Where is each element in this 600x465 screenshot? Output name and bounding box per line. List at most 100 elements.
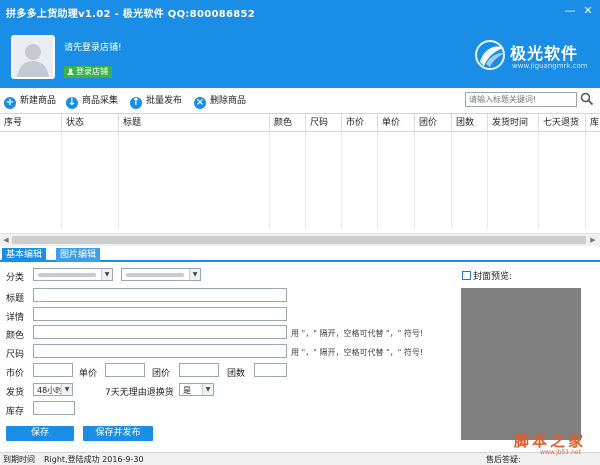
product-table: 序号 状态 标题 颜色 尺码 市价 单价 团价 团数 发货时间 七天退货 库 ◀… [0, 113, 600, 246]
group-price-label: 团价 [152, 369, 171, 379]
user-avatar-icon [13, 37, 53, 77]
category-label: 分类 [6, 273, 25, 283]
chevron-down-icon: ▼ [189, 269, 200, 280]
save-button[interactable]: 保存 [6, 426, 74, 441]
col-size[interactable]: 尺码 [306, 114, 342, 132]
search-input[interactable] [465, 92, 577, 107]
col-title[interactable]: 标题 [119, 114, 270, 132]
close-button[interactable]: ✕ [580, 3, 596, 19]
ship-label: 发货 [6, 388, 25, 398]
column-divider [452, 132, 488, 228]
delete-icon: × [194, 97, 206, 109]
group-count-input[interactable] [254, 363, 287, 377]
status-message: Right,登陆成功 2016-9-30 [44, 455, 144, 464]
edit-tabs: 基本编辑 图片编辑 [0, 248, 600, 262]
category-value [38, 273, 96, 277]
unit-price-label: 单价 [79, 369, 98, 379]
col-ship-time[interactable]: 发货时间 [488, 114, 539, 132]
detail-label: 详情 [6, 313, 25, 323]
col-stock[interactable]: 库 [586, 114, 600, 132]
col-market-price[interactable]: 市价 [342, 114, 378, 132]
col-status[interactable]: 状态 [62, 114, 119, 132]
col-unit-price[interactable]: 单价 [378, 114, 415, 132]
chevron-down-icon: ▼ [202, 384, 213, 395]
batch-publish-button[interactable]: ↑ 批量发布 [130, 94, 183, 109]
color-hint: 用 "，" 隔开，空格可代替 "，" 符号! [291, 329, 424, 338]
col-group-price[interactable]: 团价 [415, 114, 452, 132]
brand-name: 极光软件 [510, 44, 579, 63]
login-shop-button[interactable]: 登录店铺 [64, 66, 112, 78]
column-divider [119, 132, 270, 228]
brand-url: www.jiguangmrk.com [512, 62, 588, 70]
group-price-input[interactable] [179, 363, 219, 377]
header-banner: 请先登录店铺! 登录店铺 极光软件 www.jiguangmrk.com [0, 24, 600, 88]
unit-price-input[interactable] [105, 363, 145, 377]
login-prompt: 请先登录店铺! [64, 43, 122, 53]
col-seven-day-return[interactable]: 七天退货 [539, 114, 586, 132]
user-icon [67, 68, 74, 75]
scrollbar-thumb[interactable] [12, 236, 586, 244]
window-title: 拼多多上货助理v1.02 - 极光软件 QQ:800086852 [6, 9, 256, 20]
detail-input[interactable] [33, 307, 287, 321]
cover-preview-checkbox[interactable] [462, 271, 471, 280]
column-divider [342, 132, 378, 228]
horizontal-scrollbar[interactable]: ◀ ▶ [0, 233, 600, 246]
title-label: 标题 [6, 294, 25, 304]
column-divider [0, 132, 62, 228]
size-label: 尺码 [6, 350, 25, 360]
watermark-url: www.jb51.net [540, 449, 581, 456]
aurora-logo-icon [475, 40, 505, 70]
scroll-right-icon[interactable]: ▶ [588, 235, 598, 245]
status-bar: 到期时间 Right,登陆成功 2016-9-30 售后答疑: [0, 452, 600, 465]
col-group-count[interactable]: 团数 [452, 114, 488, 132]
column-divider [415, 132, 452, 228]
column-divider [62, 132, 119, 228]
category-select-secondary[interactable]: ▼ [121, 268, 201, 281]
delete-product-button[interactable]: × 删除商品 [194, 94, 247, 109]
color-input[interactable] [33, 325, 287, 339]
column-divider [270, 132, 306, 228]
color-label: 颜色 [6, 331, 25, 341]
minimize-button[interactable]: — [562, 3, 578, 19]
brand-logo: 极光软件 www.jiguangmrk.com [474, 38, 594, 78]
return-select[interactable]: 是 ▼ [179, 383, 214, 396]
batch-publish-label: 批量发布 [146, 96, 183, 106]
col-color[interactable]: 颜色 [270, 114, 306, 132]
title-input[interactable] [33, 288, 287, 302]
stock-label: 库存 [6, 407, 25, 417]
category-value [126, 273, 184, 277]
cover-preview-image [461, 288, 581, 440]
upload-icon: ↑ [130, 97, 142, 109]
chevron-down-icon: ▼ [61, 384, 72, 395]
tab-basic-edit[interactable]: 基本编辑 [2, 248, 47, 262]
expire-label: 到期时间 [3, 455, 35, 464]
save-and-publish-button[interactable]: 保存并发布 [83, 426, 153, 441]
scroll-left-icon[interactable]: ◀ [1, 235, 11, 245]
table-header: 序号 状态 标题 颜色 尺码 市价 单价 团价 团数 发货时间 七天退货 库 [0, 114, 600, 132]
cover-preview-toggle[interactable]: 封面预览: [462, 269, 512, 282]
avatar [11, 35, 55, 79]
watermark-site-name: 脚本之家 [514, 432, 587, 450]
tab-image-edit[interactable]: 图片编辑 [56, 248, 101, 262]
column-divider [539, 132, 586, 228]
market-price-input[interactable] [33, 363, 73, 377]
delete-product-label: 删除商品 [210, 96, 247, 106]
new-product-label: 新建商品 [20, 96, 57, 106]
ship-time-select[interactable]: 48小时 ▼ [33, 383, 73, 396]
plus-icon: + [4, 97, 16, 109]
size-hint: 用 "，" 隔开，空格可代替 "，" 符号! [291, 348, 424, 357]
return-value: 是 [183, 386, 191, 395]
new-product-button[interactable]: + 新建商品 [4, 94, 57, 109]
search-icon[interactable] [580, 92, 594, 106]
chevron-down-icon: ▼ [101, 269, 112, 280]
title-bar: 拼多多上货助理v1.02 - 极光软件 QQ:800086852 — ✕ [0, 0, 600, 24]
group-count-label: 团数 [227, 369, 246, 379]
category-select-primary[interactable]: ▼ [33, 268, 113, 281]
ship-time-value: 48小时 [37, 386, 64, 395]
column-divider [378, 132, 415, 228]
market-price-label: 市价 [6, 369, 25, 379]
stock-input[interactable] [33, 401, 75, 415]
collect-product-button[interactable]: ↓ 商品采集 [66, 94, 118, 109]
col-index[interactable]: 序号 [0, 114, 62, 132]
size-input[interactable] [33, 344, 287, 358]
